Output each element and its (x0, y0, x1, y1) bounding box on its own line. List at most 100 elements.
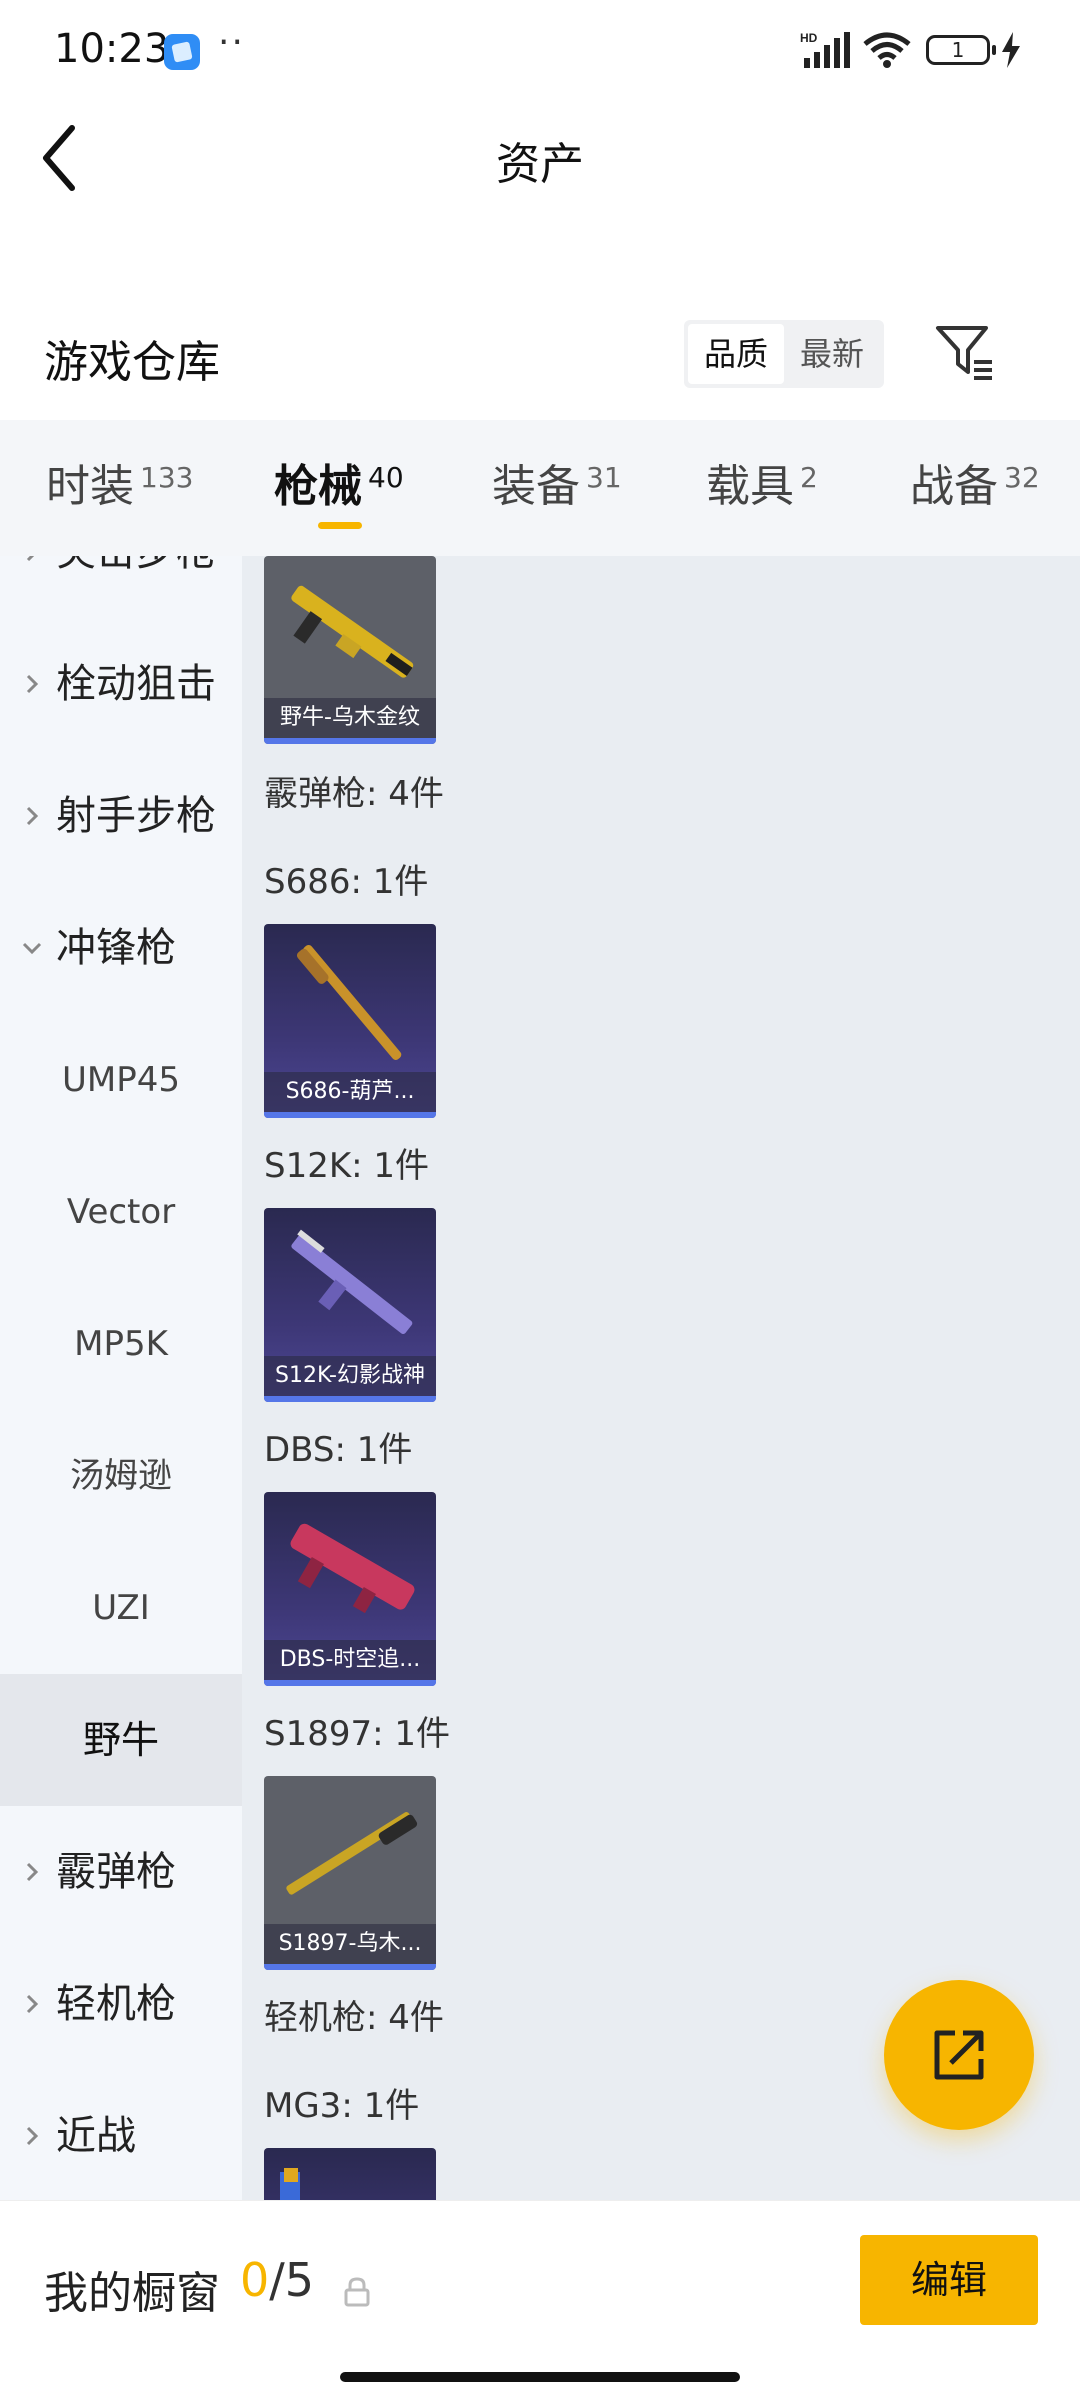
group-label: S686: 1件 (264, 862, 429, 902)
showcase-separator: / (269, 2253, 285, 2307)
rarity-bar (264, 1964, 436, 1970)
weapon-image (296, 944, 402, 1060)
sidebar-item-bolt-sniper[interactable]: 栓动狙击 (0, 618, 242, 750)
sidebar-item-smg[interactable]: 冲锋枪 (0, 882, 242, 1014)
chevron-right-icon (26, 556, 35, 562)
status-time: 10:23 (54, 26, 170, 72)
tab-fashion[interactable]: 时装 133 (46, 450, 193, 530)
group-label: S12K: 1件 (264, 1146, 430, 1186)
group-label: 霰弹枪: 4件 (264, 774, 444, 814)
tab-count: 2 (800, 461, 818, 494)
tab-label: 装备 (492, 461, 580, 512)
sort-quality-button[interactable]: 品质 (688, 324, 784, 384)
sidebar-subitem-mp5k[interactable]: MP5K (0, 1278, 242, 1410)
battery-icon: 1 (926, 35, 996, 65)
sidebar-item-lmg[interactable]: 轻机枪 (0, 1938, 242, 2070)
chevron-right-icon (26, 1994, 39, 2014)
chevron-right-icon (26, 806, 39, 826)
category-tabs: 时装 133 枪械 40 装备 31 载具 2 战备 32 (0, 420, 1080, 556)
weapon-image (291, 1229, 413, 1335)
status-bar: 10:23 ·· HD 1 (0, 0, 1080, 100)
tab-count: 133 (140, 461, 194, 494)
weapon-image (286, 1812, 418, 1895)
group-label: DBS: 1件 (264, 1430, 413, 1470)
sort-toggle: 品质 最新 (684, 320, 884, 388)
tab-label: 战备 (910, 461, 998, 512)
active-tab-indicator (318, 522, 362, 529)
sidebar-item-label: 霰弹枪 (56, 1849, 176, 1895)
rarity-bar (264, 738, 436, 744)
tab-label: 枪械 (274, 461, 362, 512)
wifi-icon (863, 32, 911, 68)
sidebar-item-label: 轻机枪 (56, 1981, 176, 2027)
weapon-card[interactable] (264, 2148, 436, 2200)
weapon-card[interactable]: S12K-幻影战神 (264, 1208, 436, 1402)
bottom-bar: 我的橱窗 0/5 编辑 (0, 2200, 1080, 2401)
rarity-bar (264, 1680, 436, 1686)
sidebar-subitem-bizon[interactable]: 野牛 (0, 1674, 242, 1806)
showcase-total: 5 (284, 2253, 315, 2307)
weapon-card[interactable]: 野牛-乌木金纹 (264, 556, 436, 744)
sidebar-item-shotgun[interactable]: 霰弹枪 (0, 1806, 242, 1938)
sidebar-item-melee[interactable]: 近战 (0, 2070, 242, 2200)
tab-vehicles[interactable]: 载具 2 (706, 450, 818, 530)
weapon-card[interactable]: DBS-时空追... (264, 1492, 436, 1686)
chevron-right-icon (26, 2126, 39, 2146)
sidebar-subitem-ump45[interactable]: UMP45 (0, 1014, 242, 1146)
weapon-image (290, 1523, 415, 1614)
sidebar-subitem-thompson[interactable]: 汤姆逊 (0, 1410, 242, 1542)
edit-button[interactable]: 编辑 (860, 2235, 1038, 2325)
weapon-card-caption: DBS-时空追... (264, 1640, 436, 1680)
weapon-image (280, 2168, 300, 2200)
weapon-card[interactable]: S686-葫芦... (264, 924, 436, 1118)
sidebar-item-label: 近战 (56, 2113, 136, 2159)
weapon-card[interactable]: S1897-乌木... (264, 1776, 436, 1970)
home-indicator[interactable] (340, 2372, 740, 2382)
sidebar-item-label: 突击步枪 (56, 556, 216, 618)
weapon-card-caption: S12K-幻影战神 (264, 1356, 436, 1396)
lock-icon (344, 2277, 370, 2307)
tab-supplies[interactable]: 战备 32 (910, 450, 1040, 530)
rarity-bar (264, 1112, 436, 1118)
signal-icon: HD (800, 31, 850, 68)
tab-guns[interactable]: 枪械 40 (274, 450, 404, 530)
page-title: 资产 (496, 139, 584, 190)
sidebar-item-label: 栓动狙击 (56, 661, 216, 707)
sidebar-subitem-vector[interactable]: Vector (0, 1146, 242, 1278)
tab-count: 31 (586, 461, 622, 494)
tab-count: 32 (1004, 461, 1040, 494)
sidebar-subitem-uzi[interactable]: UZI (0, 1542, 242, 1674)
chevron-right-icon (26, 1862, 39, 1882)
sidebar-item-label: 射手步枪 (56, 793, 216, 839)
rarity-bar (264, 1396, 436, 1402)
showcase-label: 我的橱窗 (44, 2268, 220, 2319)
chevron-down-icon (22, 942, 42, 955)
tab-count: 40 (368, 461, 404, 494)
sidebar-item-assault-rifle[interactable]: 突击步枪 (0, 556, 242, 618)
weapon-grid[interactable]: 野牛-乌木金纹 霰弹枪: 4件 S686: 1件 S686-葫芦... S12K… (242, 556, 1080, 2200)
section-title: 游戏仓库 (44, 337, 220, 388)
status-dots: ·· (218, 22, 245, 63)
weapon-card-caption: S686-葫芦... (264, 1072, 436, 1112)
share-icon (934, 2030, 984, 2080)
tab-label: 载具 (706, 461, 794, 512)
weapon-card-caption: S1897-乌木... (264, 1924, 436, 1964)
svg-text:HD: HD (800, 31, 818, 45)
group-label: MG3: 1件 (264, 2086, 420, 2126)
sort-newest-button[interactable]: 最新 (784, 324, 880, 384)
share-fab[interactable] (884, 1980, 1034, 2130)
chevron-right-icon (26, 674, 39, 694)
group-label: 轻机枪: 4件 (264, 1998, 444, 2038)
weapon-image (291, 585, 414, 678)
category-sidebar[interactable]: 突击步枪 栓动狙击 射手步枪 冲锋枪 UMP45 Vector MP5K 汤姆逊… (0, 556, 242, 2200)
showcase-current: 0 (240, 2253, 270, 2307)
app-icon (164, 34, 200, 70)
showcase-count: 0/5 (240, 2253, 314, 2307)
filter-icon[interactable] (934, 322, 994, 382)
charging-icon (1002, 32, 1020, 68)
sidebar-item-dmr[interactable]: 射手步枪 (0, 750, 242, 882)
group-label: S1897: 1件 (264, 1714, 451, 1754)
tab-equipment[interactable]: 装备 31 (492, 450, 622, 530)
nav-header: 资产 (0, 100, 1080, 220)
sidebar-item-label: 冲锋枪 (56, 925, 176, 971)
